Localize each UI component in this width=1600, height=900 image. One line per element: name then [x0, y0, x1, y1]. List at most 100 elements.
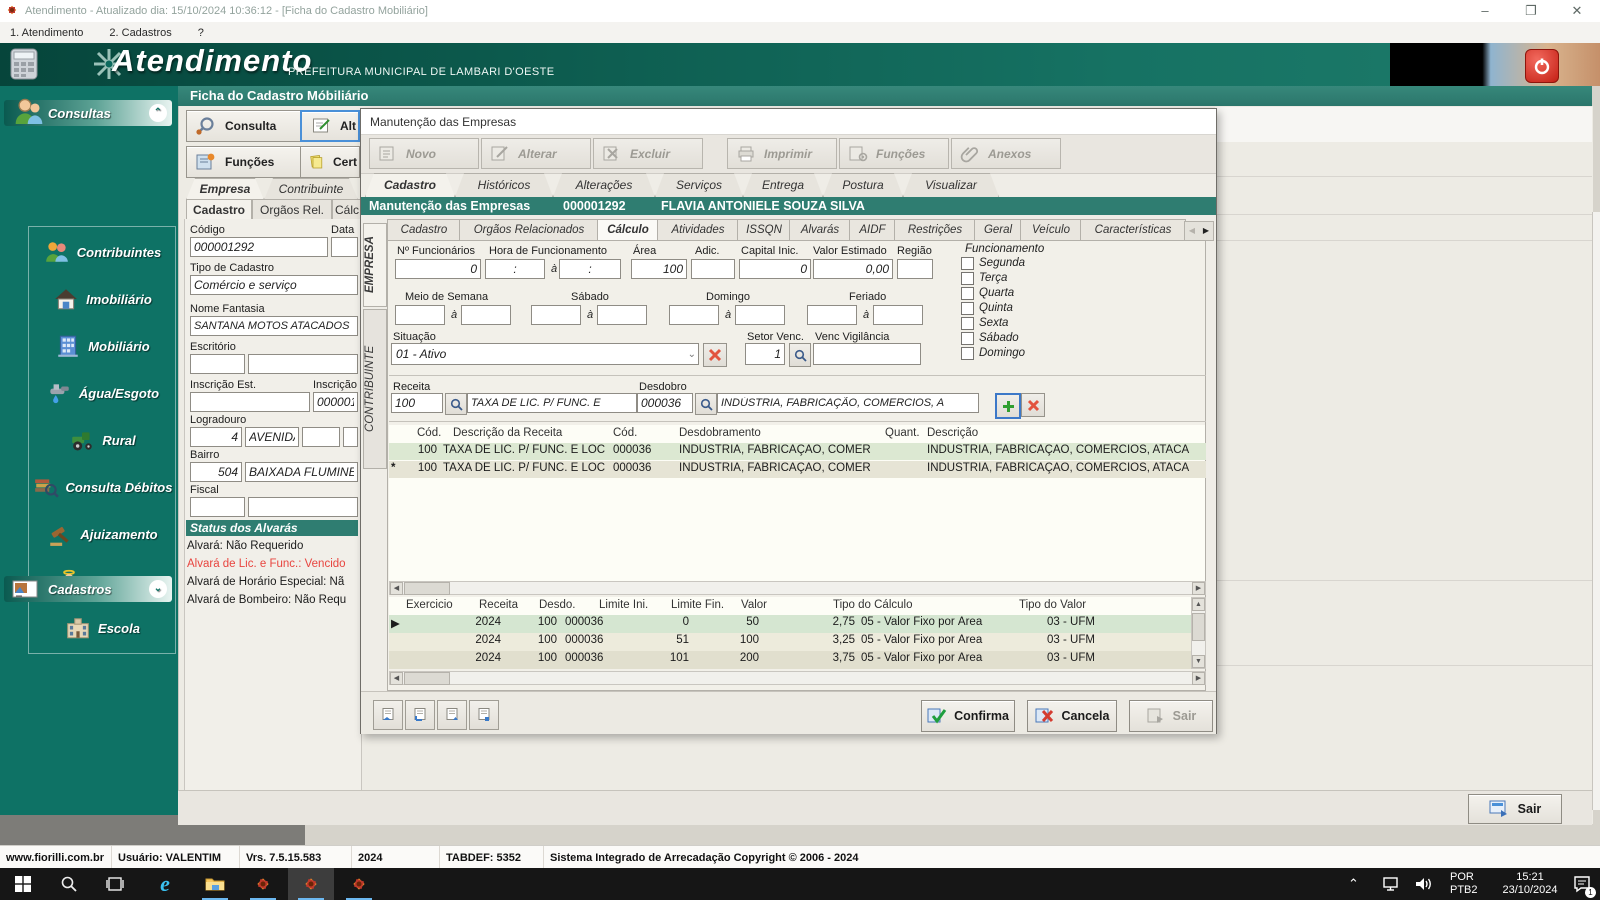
- meio-semana-fim[interactable]: [461, 305, 511, 325]
- imprimir-button[interactable]: Imprimir: [727, 138, 837, 169]
- logradouro-num-field[interactable]: [190, 427, 242, 447]
- nav-first-button[interactable]: [373, 700, 403, 730]
- situacao-clear-button[interactable]: [703, 343, 727, 367]
- menu-atendimento[interactable]: 1. Atendimento: [10, 27, 83, 39]
- add-receita-button[interactable]: [995, 393, 1021, 419]
- novo-button[interactable]: Novo: [369, 138, 479, 169]
- scroll-down-icon[interactable]: ▼: [1192, 655, 1205, 668]
- main-vertical-scrollbar[interactable]: [1592, 212, 1600, 810]
- subtab-orgaos-rel[interactable]: Orgãos Rel.: [252, 199, 332, 221]
- consulta-button[interactable]: Consulta: [186, 110, 310, 142]
- task-view-button[interactable]: [92, 868, 138, 900]
- itab-geral[interactable]: Geral: [974, 219, 1022, 242]
- sidebar-item-ajuizamento[interactable]: Ajuizamento: [30, 514, 174, 554]
- close-button[interactable]: ✕: [1554, 0, 1600, 22]
- inscricao-field[interactable]: [313, 392, 358, 412]
- regiao-field[interactable]: [897, 259, 933, 279]
- data-field[interactable]: [331, 237, 358, 257]
- anexos-button[interactable]: Anexos: [951, 138, 1061, 169]
- tab-empresa[interactable]: Empresa: [186, 178, 264, 200]
- desdobro-code-field[interactable]: [637, 393, 693, 413]
- tab-scroll-right-icon[interactable]: ▶: [1199, 222, 1213, 240]
- meio-semana-inicio[interactable]: [395, 305, 445, 325]
- certidoes-button[interactable]: Cert: [300, 146, 360, 178]
- receitas-hscrollbar[interactable]: ◀ ▶: [389, 581, 1206, 595]
- itab-issqn[interactable]: ISSQN: [737, 219, 791, 242]
- sidebar-section-consultas[interactable]: Consultas ⌃: [4, 100, 172, 126]
- area-field[interactable]: [631, 259, 687, 279]
- cancela-button[interactable]: Cancela: [1027, 700, 1117, 732]
- checkbox-quinta[interactable]: [961, 302, 974, 315]
- nav-last-button[interactable]: [469, 700, 499, 730]
- escritorio-field[interactable]: [248, 354, 358, 374]
- confirma-button[interactable]: Confirma: [921, 700, 1015, 732]
- itab-atividades[interactable]: Atividades: [657, 219, 739, 242]
- menu-cadastros[interactable]: 2. Cadastros: [109, 27, 171, 39]
- nome-fantasia-field[interactable]: [190, 316, 358, 336]
- tipo-field[interactable]: [190, 275, 358, 295]
- checkbox-domingo[interactable]: [961, 347, 974, 360]
- escritorio-num-field[interactable]: [190, 354, 245, 374]
- collapse-chevron-icon[interactable]: ⌃: [149, 104, 167, 122]
- speaker-icon[interactable]: [1414, 868, 1434, 900]
- checkbox-sabado[interactable]: [961, 332, 974, 345]
- expand-chevron-icon[interactable]: ⌄: [149, 580, 167, 598]
- adic-field[interactable]: [691, 259, 735, 279]
- power-button[interactable]: [1525, 49, 1559, 83]
- menu-help[interactable]: ?: [198, 27, 204, 39]
- vtab-empresa[interactable]: EMPRESA: [363, 223, 387, 307]
- funcoes-button[interactable]: Funções: [186, 146, 310, 178]
- itab-alvaras[interactable]: Alvarás: [789, 219, 851, 242]
- scroll-right-icon[interactable]: ▶: [1192, 582, 1205, 595]
- codigo-field[interactable]: [190, 237, 328, 257]
- sabado-fim[interactable]: [597, 305, 647, 325]
- scroll-left-icon[interactable]: ◀: [390, 672, 403, 685]
- bairro-field[interactable]: [245, 462, 358, 482]
- alterar-button[interactable]: Alt: [300, 110, 360, 142]
- receita-lookup-button[interactable]: [445, 393, 467, 415]
- faixas-hscrollbar[interactable]: ◀ ▶: [389, 671, 1206, 685]
- domingo-inicio[interactable]: [669, 305, 719, 325]
- itab-caracteristicas[interactable]: Características: [1080, 219, 1186, 242]
- feriado-fim[interactable]: [873, 305, 923, 325]
- sidebar-item-imobiliario[interactable]: Imobiliário: [30, 279, 174, 319]
- minimize-button[interactable]: –: [1462, 0, 1508, 22]
- venc-vigilancia-field[interactable]: [813, 343, 921, 365]
- receita-code-field[interactable]: [391, 393, 443, 413]
- itab-aidf[interactable]: AIDF: [849, 219, 896, 242]
- sidebar-item-escola[interactable]: Escola: [30, 608, 174, 648]
- sidebar-section-cadastros[interactable]: Cadastros ⌄: [4, 576, 172, 602]
- dtab-entrega[interactable]: Entrega: [743, 173, 823, 197]
- dtab-visualizar[interactable]: Visualizar: [903, 173, 999, 197]
- main-sair-button[interactable]: Sair: [1468, 794, 1562, 824]
- checkbox-sexta[interactable]: [961, 317, 974, 330]
- itab-cadastro[interactable]: Cadastro: [387, 219, 461, 242]
- tab-scroll-left-icon[interactable]: ◀: [1185, 222, 1199, 240]
- scroll-up-icon[interactable]: ▲: [1192, 598, 1205, 611]
- dtab-alteracoes[interactable]: Alterações: [553, 173, 655, 197]
- situacao-combo[interactable]: 01 - Ativo⌄: [391, 343, 699, 365]
- sidebar-item-rural[interactable]: Rural: [30, 420, 174, 460]
- tray-language[interactable]: POR PTB2: [1450, 868, 1478, 900]
- sabado-inicio[interactable]: [531, 305, 581, 325]
- tray-chevron[interactable]: ⌃: [1348, 868, 1359, 900]
- valor-estimado-field[interactable]: [813, 259, 893, 279]
- tab-contribuinte[interactable]: Contribuinte: [264, 178, 358, 200]
- faixa-row[interactable]: 2024 100 000036 101 200 3,75 05 - Valor …: [389, 651, 1191, 669]
- receitas-row[interactable]: 100 TAXA DE LIC. P/ FUNC. E LOC 000036 I…: [389, 443, 1206, 460]
- checkbox-quarta[interactable]: [961, 287, 974, 300]
- subtab-calculo[interactable]: Cálc: [332, 199, 362, 221]
- app-window-3-button[interactable]: [336, 868, 382, 900]
- dtab-postura[interactable]: Postura: [823, 173, 903, 197]
- taskbar-search-button[interactable]: [46, 868, 92, 900]
- itab-restricoes[interactable]: Restrições: [894, 219, 976, 242]
- subtab-cadastro[interactable]: Cadastro: [186, 199, 252, 221]
- sidebar-item-consulta-debitos[interactable]: Consulta Débitos: [30, 467, 174, 507]
- scroll-left-icon[interactable]: ◀: [390, 582, 403, 595]
- receitas-row-selected[interactable]: * 100 TAXA DE LIC. P/ FUNC. E LOC 000036…: [389, 461, 1206, 478]
- capital-field[interactable]: [739, 259, 811, 279]
- sidebar-item-contribuintes[interactable]: Contribuintes: [30, 232, 174, 272]
- sidebar-item-mobiliario[interactable]: Mobiliário: [30, 326, 174, 366]
- checkbox-terca[interactable]: [961, 272, 974, 285]
- faixa-row-selected[interactable]: ▶ 2024 100 000036 0 50 2,75 05 - Valor F…: [389, 615, 1191, 633]
